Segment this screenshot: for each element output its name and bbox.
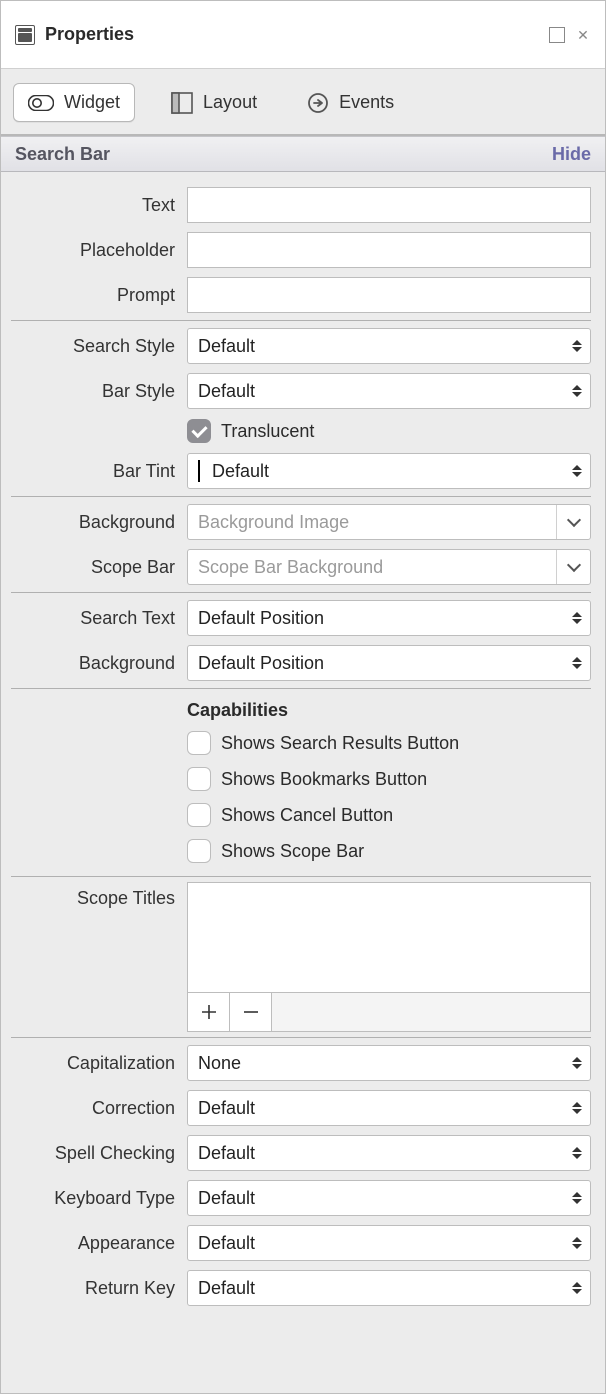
label-correction: Correction xyxy=(11,1098,187,1119)
scope-titles-list[interactable] xyxy=(187,882,591,992)
background-image-select[interactable]: Background Image xyxy=(187,504,591,540)
label-background-image: Background xyxy=(11,512,187,533)
label-return-key: Return Key xyxy=(11,1278,187,1299)
label-capitalization: Capitalization xyxy=(11,1053,187,1074)
bar-tint-select[interactable]: Default xyxy=(187,453,591,489)
tab-events-label: Events xyxy=(339,92,394,113)
scope-titles-remove-button[interactable] xyxy=(230,993,272,1031)
scope-bar-bg-select[interactable]: Scope Bar Background xyxy=(187,549,591,585)
panel-icon xyxy=(15,25,35,45)
prompt-input[interactable] xyxy=(187,277,591,313)
label-spell-checking: Spell Checking xyxy=(11,1143,187,1164)
properties-body: Text Placeholder Prompt Search Style Def… xyxy=(1,172,605,1319)
label-background-position: Background xyxy=(11,653,187,674)
tab-widget[interactable]: Widget xyxy=(13,83,135,122)
appearance-value: Default xyxy=(198,1233,255,1253)
search-style-select[interactable]: Default xyxy=(187,328,591,364)
tab-layout[interactable]: Layout xyxy=(157,84,271,122)
panel-titlebar: Properties ✕ xyxy=(1,1,605,69)
translucent-checkbox[interactable] xyxy=(187,419,211,443)
close-icon[interactable]: ✕ xyxy=(575,27,591,43)
spell-checking-value: Default xyxy=(198,1143,255,1163)
capitalization-value: None xyxy=(198,1053,241,1073)
widget-icon xyxy=(28,95,54,111)
cap-cancel-label: Shows Cancel Button xyxy=(221,805,393,826)
layout-icon xyxy=(171,92,193,114)
tab-widget-label: Widget xyxy=(64,92,120,113)
tab-layout-label: Layout xyxy=(203,92,257,113)
bar-style-value: Default xyxy=(198,381,255,401)
correction-select[interactable]: Default xyxy=(187,1090,591,1126)
label-placeholder: Placeholder xyxy=(11,240,187,261)
correction-value: Default xyxy=(198,1098,255,1118)
bar-tint-swatch-none-icon xyxy=(198,460,200,482)
translucent-label: Translucent xyxy=(221,421,314,442)
capitalization-select[interactable]: None xyxy=(187,1045,591,1081)
cap-search-results-label: Shows Search Results Button xyxy=(221,733,459,754)
cap-scope-bar-checkbox[interactable] xyxy=(187,839,211,863)
text-input[interactable] xyxy=(187,187,591,223)
cap-search-results-checkbox[interactable] xyxy=(187,731,211,755)
section-title: Search Bar xyxy=(15,144,110,165)
chevron-down-icon xyxy=(556,550,590,584)
minimize-icon[interactable] xyxy=(549,27,565,43)
keyboard-type-value: Default xyxy=(198,1188,255,1208)
chevron-down-icon xyxy=(556,505,590,539)
return-key-value: Default xyxy=(198,1278,255,1298)
return-key-select[interactable]: Default xyxy=(187,1270,591,1306)
plus-icon xyxy=(201,1004,217,1020)
appearance-select[interactable]: Default xyxy=(187,1225,591,1261)
background-image-placeholder: Background Image xyxy=(198,512,349,532)
section-hide-button[interactable]: Hide xyxy=(552,144,591,165)
label-bar-tint: Bar Tint xyxy=(11,461,187,482)
placeholder-input[interactable] xyxy=(187,232,591,268)
scope-titles-toolbar xyxy=(187,992,591,1032)
cap-scope-bar-label: Shows Scope Bar xyxy=(221,841,364,862)
label-appearance: Appearance xyxy=(11,1233,187,1254)
label-keyboard-type: Keyboard Type xyxy=(11,1188,187,1209)
label-prompt: Prompt xyxy=(11,285,187,306)
label-text: Text xyxy=(11,195,187,216)
keyboard-type-select[interactable]: Default xyxy=(187,1180,591,1216)
search-text-position-select[interactable]: Default Position xyxy=(187,600,591,636)
scope-titles-add-button[interactable] xyxy=(188,993,230,1031)
label-search-text: Search Text xyxy=(11,608,187,629)
properties-panel: Properties ✕ Widget Layout Events Search… xyxy=(0,0,606,1394)
background-position-value: Default Position xyxy=(198,653,324,673)
bar-style-select[interactable]: Default xyxy=(187,373,591,409)
cap-bookmarks-checkbox[interactable] xyxy=(187,767,211,791)
label-search-style: Search Style xyxy=(11,336,187,357)
label-scope-bar: Scope Bar xyxy=(11,557,187,578)
cap-bookmarks-label: Shows Bookmarks Button xyxy=(221,769,427,790)
events-icon xyxy=(307,92,329,114)
section-header: Search Bar Hide xyxy=(1,136,605,172)
scope-bar-bg-placeholder: Scope Bar Background xyxy=(198,557,383,577)
label-bar-style: Bar Style xyxy=(11,381,187,402)
bar-tint-value: Default xyxy=(212,461,269,481)
tab-bar: Widget Layout Events xyxy=(1,69,605,136)
spell-checking-select[interactable]: Default xyxy=(187,1135,591,1171)
search-text-position-value: Default Position xyxy=(198,608,324,628)
cap-cancel-checkbox[interactable] xyxy=(187,803,211,827)
label-scope-titles: Scope Titles xyxy=(11,882,187,909)
search-style-value: Default xyxy=(198,336,255,356)
tab-events[interactable]: Events xyxy=(293,84,408,122)
background-position-select[interactable]: Default Position xyxy=(187,645,591,681)
capabilities-heading: Capabilities xyxy=(187,700,288,721)
minus-icon xyxy=(243,1004,259,1020)
panel-title: Properties xyxy=(45,24,539,45)
